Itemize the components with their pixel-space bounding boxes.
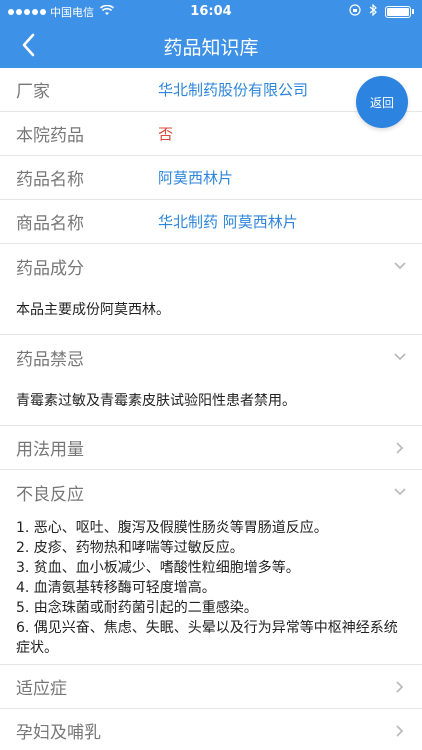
- list-item: 5. 由念珠菌或耐药菌引起的二重感染。: [16, 600, 258, 616]
- section-label: 药品禁忌: [16, 349, 84, 370]
- section-dosage[interactable]: 用法用量: [0, 426, 422, 470]
- chevron-right-icon: [392, 440, 408, 456]
- info-label: 商品名称: [16, 214, 84, 234]
- section-contraindications[interactable]: 药品禁忌: [0, 335, 422, 379]
- adverse-reactions-list: 1. 恶心、呕吐、腹泻及假膜性肠炎等胃肠道反应。 2. 皮疹、药物热和哮喘等过敏…: [0, 514, 422, 665]
- section-label: 不良反应: [16, 484, 84, 505]
- chevron-down-icon: [392, 349, 408, 365]
- section-label: 孕妇及哺乳: [16, 723, 101, 743]
- section-label: 适应症: [16, 679, 67, 699]
- nav-bar: 药品知识库: [0, 22, 422, 68]
- section-label: 药品成分: [16, 258, 84, 279]
- list-item: 1. 恶心、呕吐、腹泻及假膜性肠炎等胃肠道反应。: [16, 520, 328, 536]
- section-ingredients[interactable]: 药品成分: [0, 244, 422, 288]
- info-row-in-hospital: 本院药品 否: [0, 112, 422, 156]
- info-label: 本院药品: [16, 126, 84, 146]
- list-item: 4. 血清氨基转移酶可轻度增高。: [16, 580, 216, 596]
- ingredients-text: 本品主要成份阿莫西林。: [0, 288, 422, 335]
- section-indications[interactable]: 适应症: [0, 665, 422, 709]
- status-bar: 中国电信 16:04: [0, 0, 422, 22]
- page-title: 药品知识库: [163, 37, 259, 59]
- section-label: 用法用量: [16, 440, 84, 460]
- battery-icon: [385, 5, 414, 18]
- chevron-right-icon: [392, 679, 408, 695]
- chevron-right-icon: [392, 723, 408, 739]
- status-right: [349, 3, 414, 19]
- info-value: 华北制药 阿莫西林片: [158, 213, 298, 231]
- contraindications-text: 青霉素过敏及青霉素皮肤试验阳性患者禁用。: [0, 379, 422, 426]
- chevron-down-icon: [392, 258, 408, 274]
- info-label: 药品名称: [16, 170, 84, 190]
- section-adverse-reactions[interactable]: 不良反应: [0, 470, 422, 514]
- info-value: 阿莫西林片: [158, 169, 234, 187]
- chevron-down-icon: [392, 484, 408, 500]
- bluetooth-icon: [369, 3, 377, 19]
- app-header: 中国电信 16:04 药品知识库: [0, 0, 422, 68]
- info-value: 否: [158, 125, 174, 143]
- orientation-lock-icon: [349, 4, 361, 19]
- info-row-drug-name: 药品名称 阿莫西林片: [0, 156, 422, 200]
- return-button[interactable]: 返回: [356, 76, 408, 128]
- drug-detail: 厂家 华北制药股份有限公司 本院药品 否 药品名称 阿莫西林片 商品名称 华北制…: [0, 68, 422, 750]
- info-label: 厂家: [16, 82, 50, 102]
- list-item: 3. 贫血、血小板减少、嗜酸性粒细胞增多等。: [16, 560, 300, 576]
- list-item: 2. 皮疹、药物热和哮喘等过敏反应。: [16, 540, 244, 556]
- list-item: 6. 偶见兴奋、焦虑、失眠、头晕以及行为异常等中枢神经系统症状。: [16, 620, 398, 656]
- info-row-trade-name: 商品名称 华北制药 阿莫西林片: [0, 200, 422, 244]
- section-pregnancy[interactable]: 孕妇及哺乳: [0, 709, 422, 750]
- info-value: 华北制药股份有限公司: [158, 81, 309, 99]
